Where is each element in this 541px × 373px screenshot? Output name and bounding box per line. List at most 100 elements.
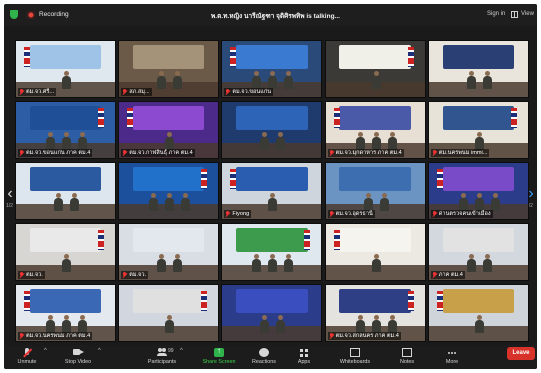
participants-icon (157, 348, 167, 357)
participants-label: Participants (147, 359, 177, 365)
participant-person (54, 193, 63, 212)
participant-name-label: ตม.จว.มุกดาหาร ภาค ตม.4 (327, 149, 404, 157)
thai-flag-icon (510, 107, 517, 128)
participant-video-tile[interactable]: ด่านตรวจคนเข้าเมือง (427, 162, 529, 220)
thai-flag-icon (201, 290, 208, 311)
participants-button[interactable]: Participants (140, 346, 184, 368)
participant-person (482, 254, 492, 273)
participant-name-label: ตม.จว.ศรี... (18, 88, 57, 96)
participant-video-tile[interactable]: ภาค ตม.4 (427, 223, 529, 281)
participant-name-text: ตม.จว.นครพนม ภาค ตม.4 (26, 333, 91, 339)
sign-in-link[interactable]: Sign in (487, 11, 505, 17)
active-speaker-text: พ.ต.ท.หญิง นารีณัฐฑา จุติศิรพทิพ is talk… (211, 13, 340, 20)
more-button[interactable]: More (438, 346, 466, 368)
participant-person (165, 315, 175, 334)
participant-video-tile[interactable]: ตม.จว.กาฬสินธุ์ ภาค ตม.4 (118, 101, 220, 159)
backdrop-banner (236, 167, 308, 191)
recording-label: Recording (39, 11, 69, 18)
participant-video-tile[interactable]: ตม.นครพนม immi... (427, 101, 529, 159)
recording-icon (27, 11, 35, 19)
participants-options-chevron-icon[interactable]: ^ (180, 348, 183, 354)
view-layout-icon[interactable] (511, 11, 518, 18)
participant-video-tile[interactable]: ตม.จว.ขอนแก่น (221, 40, 323, 98)
reactions-smiley-icon (259, 348, 269, 357)
participant-person (173, 254, 183, 273)
thai-flag-icon (436, 168, 443, 189)
participant-video-tile[interactable]: ตม.จว.ศรี... (15, 40, 116, 98)
whiteboards-button[interactable]: Whiteboards (332, 346, 378, 368)
whiteboard-icon (350, 348, 360, 357)
muted-mic-icon (122, 89, 127, 95)
participant-video-tile[interactable] (221, 223, 323, 281)
conference-desk (222, 326, 322, 341)
participant-person (165, 193, 175, 212)
participant-video-tile[interactable] (15, 162, 116, 220)
participant-person (181, 193, 191, 212)
participant-video-tile[interactable]: ตม.จว.สกลนคร ภาค ตม.4 (324, 284, 426, 342)
participant-name-text: ตม.จว.ศรี... (26, 89, 55, 95)
thai-flag-icon (304, 229, 311, 250)
previous-page-arrow-icon[interactable]: ‹ (5, 185, 15, 203)
participant-person (252, 254, 262, 273)
share-screen-button[interactable]: Share Screen (197, 346, 241, 368)
participant-video-tile[interactable] (118, 284, 220, 342)
audio-options-chevron-icon[interactable]: ^ (44, 348, 47, 354)
apps-grid-icon (299, 348, 309, 357)
backdrop-banner (236, 106, 308, 130)
participant-video-tile[interactable] (324, 223, 426, 281)
participant-person (62, 71, 71, 90)
backdrop-banner (133, 106, 205, 130)
muted-mic-icon (329, 150, 334, 156)
participant-video-tile[interactable] (221, 101, 323, 159)
unmute-button[interactable]: Unmute (8, 346, 46, 368)
backdrop-banner (442, 106, 514, 130)
participant-video-tile[interactable]: ตม.จว.ขอนแก่น ภาค ตม.4 (15, 101, 116, 159)
participant-person (284, 254, 294, 273)
backdrop-banner (29, 106, 102, 130)
backdrop-banner (133, 45, 205, 69)
backdrop-banner (236, 45, 308, 69)
view-button[interactable]: View (521, 11, 534, 17)
participant-video-tile[interactable]: ตม.จว. (118, 223, 220, 281)
participant-video-tile[interactable]: ตม.จว.มุกดาหาร ภาค ตม.4 (324, 101, 426, 159)
apps-button[interactable]: Apps (290, 346, 318, 368)
muted-mic-icon (432, 150, 437, 156)
participant-name-text: ตม.จว. (26, 272, 43, 278)
participant-video-tile[interactable]: สภ.สมุ... (118, 40, 220, 98)
video-options-chevron-icon[interactable]: ^ (98, 348, 101, 354)
backdrop-banner (339, 106, 411, 130)
security-shield-icon[interactable] (10, 10, 18, 19)
participant-video-tile[interactable] (324, 40, 426, 98)
muted-microphone-icon (22, 348, 32, 357)
conference-desk (222, 143, 322, 158)
muted-mic-icon (225, 89, 230, 95)
participant-video-tile[interactable] (118, 162, 220, 220)
thai-flag-icon (333, 107, 340, 128)
participant-person (466, 71, 476, 90)
backdrop-banner (339, 228, 411, 252)
participant-name-text: สภ.สมุ... (129, 89, 150, 95)
participant-name-label: ด่านตรวจคนเข้าเมือง (430, 210, 493, 218)
participant-person (260, 132, 270, 151)
muted-mic-icon (19, 150, 24, 156)
thai-flag-icon (436, 290, 443, 311)
thai-flag-icon (98, 229, 104, 250)
participant-video-tile[interactable] (427, 40, 529, 98)
notes-button[interactable]: Notes (393, 346, 421, 368)
more-dots-icon (447, 348, 457, 357)
participant-video-tile[interactable] (427, 284, 529, 342)
muted-mic-icon (432, 211, 437, 217)
stop-video-button[interactable]: Stop Video (56, 346, 100, 368)
participant-video-tile[interactable]: ตม.จว.อุดรธานี (324, 162, 426, 220)
muted-mic-icon (225, 211, 230, 217)
participant-person (466, 254, 476, 273)
reactions-button[interactable]: Reactions (244, 346, 284, 368)
participant-person (173, 71, 183, 90)
thai-flag-icon (127, 107, 134, 128)
participant-video-tile[interactable]: ตม.จว. (15, 223, 116, 281)
participant-video-tile[interactable]: Fiyong (221, 162, 323, 220)
participant-person (62, 254, 71, 273)
leave-meeting-button[interactable]: Leave (507, 347, 535, 360)
participant-video-tile[interactable]: ตม.จว.นครพนม ภาค ตม.4 (15, 284, 116, 342)
participant-video-tile[interactable] (221, 284, 323, 342)
